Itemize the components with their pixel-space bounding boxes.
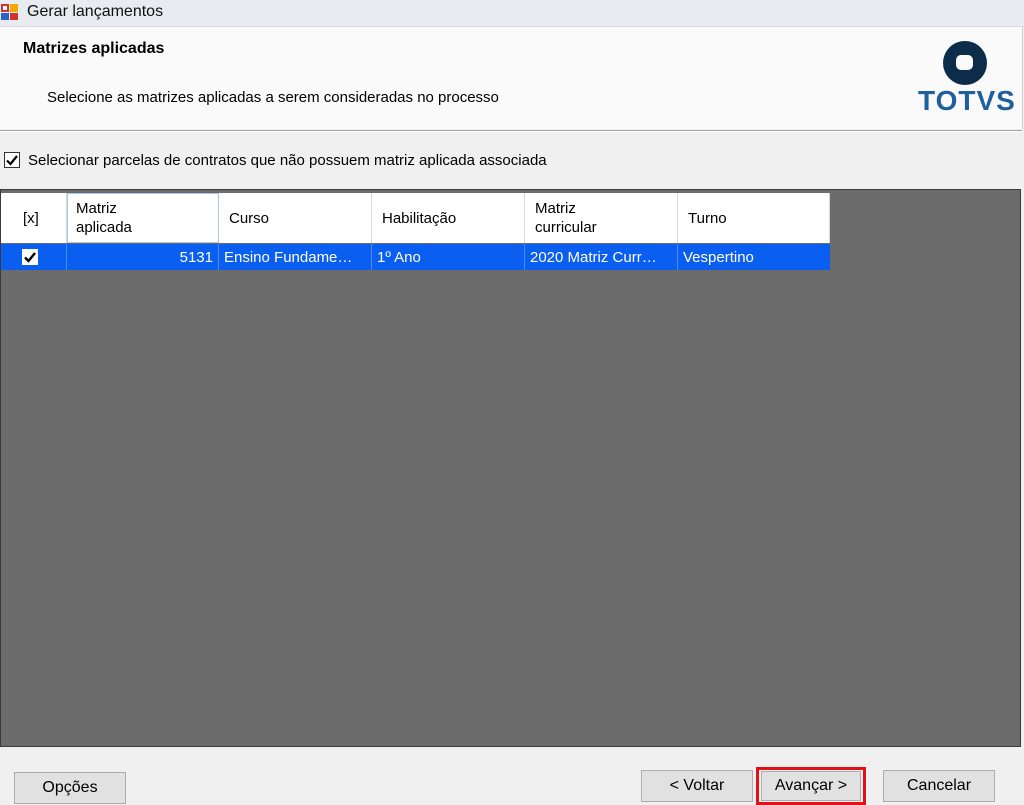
cell-matriz-curricular[interactable]: 2020 Matriz Curr… [525, 244, 678, 270]
avancar-button[interactable]: Avançar > [761, 771, 861, 801]
wizard-header: Matrizes aplicadas Selecione as matrizes… [0, 27, 1023, 129]
checkmark-icon [24, 252, 36, 263]
totvs-logo: TOTVS [918, 38, 1016, 122]
column-header-label: Turno [688, 209, 727, 227]
column-header-label: aplicada [76, 219, 132, 236]
title-bar: Gerar lançamentos [0, 0, 1024, 27]
cancelar-button[interactable]: Cancelar [883, 770, 995, 802]
option-row[interactable]: Selecionar parcelas de contratos que não… [4, 149, 547, 171]
matrices-grid[interactable]: [x] Matriz aplicada Curso Habilitação Ma… [0, 189, 1021, 747]
cell-turno[interactable]: Vespertino [678, 244, 830, 270]
app-icon [1, 4, 18, 20]
select-without-matrix-checkbox[interactable] [4, 152, 20, 168]
checkmark-icon [6, 155, 18, 166]
header-divider-highlight [0, 131, 1022, 132]
table-row[interactable]: 5131 Ensino Fundame… 1º Ano 2020 Matriz … [1, 244, 830, 270]
column-header-label: curricular [535, 219, 597, 236]
column-header-matriz-curricular[interactable]: Matriz curricular [525, 193, 678, 243]
totvs-logo-icon [943, 41, 987, 85]
column-header-label: Matriz [535, 200, 576, 217]
voltar-button[interactable]: < Voltar [641, 770, 753, 802]
column-header-habilitacao[interactable]: Habilitação [372, 193, 525, 243]
cell-matriz-aplicada[interactable]: 5131 [67, 244, 219, 270]
select-without-matrix-label[interactable]: Selecionar parcelas de contratos que não… [28, 152, 547, 169]
grid-header: [x] Matriz aplicada Curso Habilitação Ma… [1, 193, 830, 243]
column-header-label: Curso [229, 209, 270, 227]
cell-habilitacao[interactable]: 1º Ano [372, 244, 525, 270]
row-select-cell[interactable] [1, 244, 67, 270]
column-header-label: Habilitação [382, 209, 457, 227]
opcoes-button[interactable]: Opções [14, 772, 126, 804]
column-header-label: [x] [23, 209, 39, 227]
window-title: Gerar lançamentos [27, 3, 164, 20]
logo-text: TOTVS [918, 85, 1016, 116]
column-header-curso[interactable]: Curso [219, 193, 372, 243]
row-checkbox[interactable] [22, 249, 38, 265]
column-header-select[interactable]: [x] [1, 193, 67, 243]
column-header-turno[interactable]: Turno [678, 193, 830, 243]
page-subtitle: Selecione as matrizes aplicadas a serem … [47, 89, 499, 106]
cell-curso[interactable]: Ensino Fundame… [219, 244, 372, 270]
column-header-matriz-aplicada[interactable]: Matriz aplicada [67, 193, 219, 243]
column-header-label: Matriz [76, 200, 117, 217]
page-title: Matrizes aplicadas [23, 40, 165, 57]
